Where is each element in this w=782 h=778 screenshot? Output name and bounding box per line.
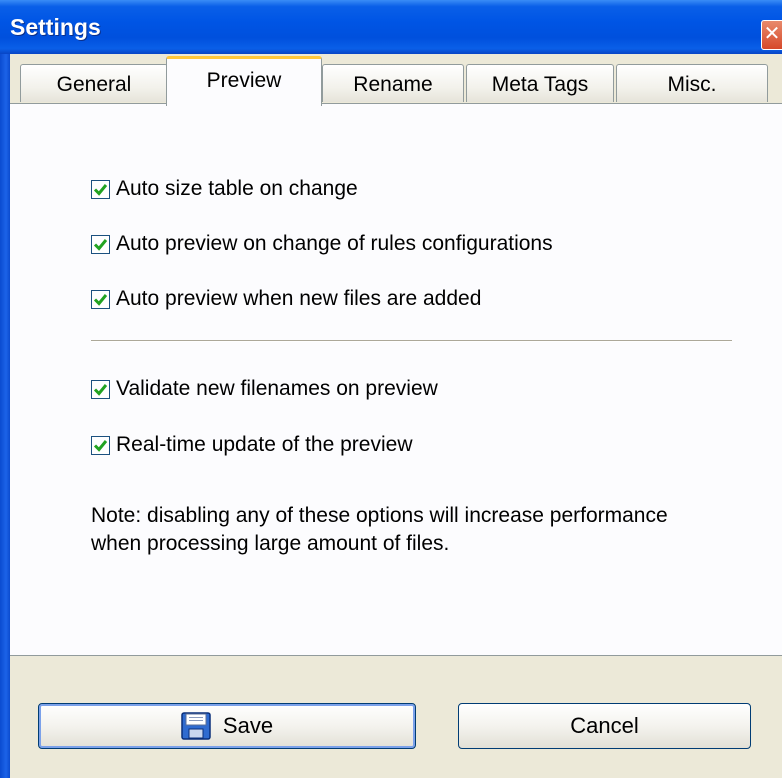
option-auto-preview-rules[interactable]: Auto preview on change of rules configur… xyxy=(91,231,553,257)
title-bar[interactable]: Settings ✕ xyxy=(0,0,782,54)
close-button[interactable]: ✕ xyxy=(761,20,782,50)
performance-note: Note: disabling any of these options wil… xyxy=(91,504,668,555)
tab-label: Preview xyxy=(206,69,282,92)
option-realtime-update[interactable]: Real-time update of the preview xyxy=(91,432,413,458)
checkbox[interactable] xyxy=(91,289,110,309)
floppy-disk-icon xyxy=(181,712,211,740)
tab-strip: General Preview Rename Meta Tags Misc. xyxy=(10,54,782,106)
option-label: Auto preview when new files are added xyxy=(116,287,482,310)
tab-meta-tags[interactable]: Meta Tags xyxy=(466,64,614,102)
checkbox[interactable] xyxy=(91,234,110,254)
checkmark-icon xyxy=(93,183,108,196)
tab-label: Misc. xyxy=(667,73,717,96)
cancel-label: Cancel xyxy=(570,713,639,738)
tab-label: Meta Tags xyxy=(491,73,589,96)
option-label: Auto size table on change xyxy=(116,177,358,200)
tab-label: General xyxy=(56,73,132,96)
checkbox[interactable] xyxy=(91,179,110,199)
checkbox[interactable] xyxy=(91,435,110,455)
save-button[interactable]: Save xyxy=(38,703,416,749)
tab-rename[interactable]: Rename xyxy=(322,64,464,102)
settings-window: Settings ✕ General Preview Rename Meta T… xyxy=(0,0,782,778)
checkmark-icon xyxy=(93,238,108,251)
separator xyxy=(91,340,732,342)
option-auto-size-table[interactable]: Auto size table on change xyxy=(91,176,358,202)
preview-settings-panel: Auto size table on change Auto preview o… xyxy=(10,103,782,656)
option-label: Real-time update of the preview xyxy=(116,433,413,456)
cancel-button[interactable]: Cancel xyxy=(458,703,751,749)
option-label: Auto preview on change of rules configur… xyxy=(116,232,553,255)
option-validate-filenames[interactable]: Validate new filenames on preview xyxy=(91,376,438,402)
checkmark-icon xyxy=(93,293,108,306)
window-title: Settings xyxy=(10,14,101,40)
close-icon: ✕ xyxy=(763,23,781,45)
tab-preview[interactable]: Preview xyxy=(166,56,322,106)
tab-label: Rename xyxy=(353,73,433,96)
checkmark-icon xyxy=(93,383,108,396)
option-label: Validate new filenames on preview xyxy=(116,377,438,400)
checkbox[interactable] xyxy=(91,379,110,399)
save-label: Save xyxy=(222,713,274,738)
option-auto-preview-new-files[interactable]: Auto preview when new files are added xyxy=(91,286,481,312)
tab-misc[interactable]: Misc. xyxy=(616,64,768,102)
checkmark-icon xyxy=(93,439,108,452)
window-border xyxy=(0,54,10,778)
tab-general[interactable]: General xyxy=(20,64,168,102)
